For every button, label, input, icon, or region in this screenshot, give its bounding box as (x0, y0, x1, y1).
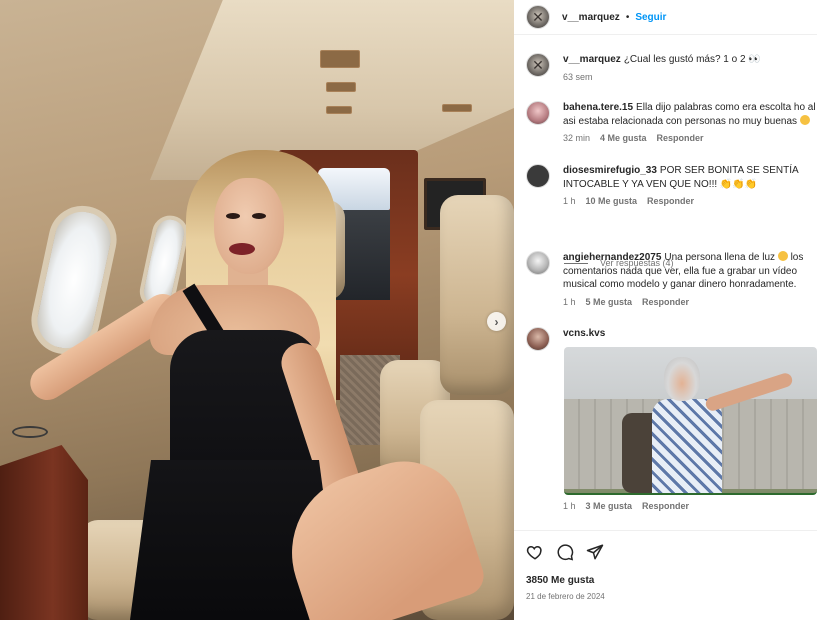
caption-body: ¿Cual les gustó más? 1 o 2 (623, 54, 746, 65)
clap-emoji: 👏👏👏 (719, 178, 758, 190)
ceiling-light (326, 82, 356, 92)
share-icon[interactable] (586, 543, 604, 561)
meta-spacer (526, 501, 550, 511)
comment-username[interactable]: vcns.kvs (563, 328, 605, 339)
author-avatar[interactable]: ✕ (526, 5, 550, 29)
ceiling-light (320, 50, 360, 68)
caption-meta: 63 sem (563, 72, 817, 82)
comment-item: angiehernandez2075 Una persona llena de l… (526, 251, 817, 307)
comment-likes[interactable]: 4 Me gusta (600, 133, 647, 143)
comment-meta: 1 h 10 Me gusta Responder (563, 196, 817, 206)
reply-button[interactable]: Responder (642, 501, 689, 511)
post-date: 21 de febrero de 2024 (526, 592, 605, 601)
gif-person-head (664, 357, 700, 401)
comment-text: bahena.tere.15 Ella dijo palabras como er… (563, 101, 817, 128)
reply-button[interactable]: Responder (647, 196, 694, 206)
chevron-right-icon[interactable]: › (487, 312, 506, 331)
comment-meta: 1 h 5 Me gusta Responder (563, 297, 817, 307)
comments-list[interactable]: ✕ v__marquez ¿Cual les gustó más? 1 o 2 👀… (514, 35, 817, 530)
comment-time[interactable]: 1 h (563, 196, 576, 206)
likes-count[interactable]: 3850 Me gusta (526, 575, 594, 586)
comment-time[interactable]: 1 h (563, 501, 576, 511)
ceiling-light (326, 106, 352, 114)
commenter-avatar[interactable] (526, 164, 550, 188)
action-bar: 3850 Me gusta 21 de febrero de 2024 (514, 530, 817, 620)
x-avatar-icon: ✕ (532, 56, 544, 73)
follow-button[interactable]: Seguir (635, 12, 666, 23)
sad-face-emoji-icon (777, 251, 788, 261)
model-lips (229, 243, 255, 255)
caption-author[interactable]: v__marquez (563, 54, 621, 65)
smile-emoji-icon (799, 114, 810, 125)
reply-button[interactable]: Responder (657, 133, 704, 143)
caption-text: v__marquez ¿Cual les gustó más? 1 o 2 👀 (563, 53, 817, 67)
post-sidebar: ✕ v__marquez • Seguir ✕ v__marquez ¿Cual … (514, 0, 817, 620)
comment-username[interactable]: bahena.tere.15 (563, 102, 633, 113)
comment-likes[interactable]: 5 Me gusta (586, 297, 633, 307)
comment-icon[interactable] (556, 543, 574, 561)
comment-time[interactable]: 1 h (563, 297, 576, 307)
comment-likes[interactable]: 10 Me gusta (586, 196, 638, 206)
comment-meta: 1 h 3 Me gusta Responder (563, 501, 817, 511)
caption-time[interactable]: 63 sem (563, 72, 593, 82)
eyes-emoji: 👀 (748, 54, 760, 65)
comment-time[interactable]: 32 min (563, 133, 590, 143)
comment-likes[interactable]: 3 Me gusta (586, 501, 633, 511)
comment-item: diosesmirefugio_33 POR SER BONITA SE SENT… (526, 164, 817, 206)
caption: ✕ v__marquez ¿Cual les gustó más? 1 o 2 👀… (526, 53, 817, 82)
comment-meta-row: 1 h 3 Me gusta Responder (526, 501, 817, 511)
comment-text: angiehernandez2075 Una persona llena de l… (563, 251, 817, 292)
reply-button[interactable]: Responder (642, 297, 689, 307)
model-eye (252, 213, 266, 219)
comment-item: bahena.tere.15 Ella dijo palabras como er… (526, 101, 817, 143)
post-header: ✕ v__marquez • Seguir (514, 0, 817, 35)
comment-meta: 32 min 4 Me gusta Responder (563, 133, 817, 143)
action-icons (526, 543, 604, 561)
commenter-avatar[interactable] (526, 101, 550, 125)
gif-person-body (652, 399, 722, 493)
author-avatar[interactable]: ✕ (526, 53, 550, 77)
model-face (214, 178, 284, 274)
commenter-avatar[interactable] (526, 327, 550, 351)
comment-body-start: Una persona llena de luz (664, 252, 776, 263)
heart-icon[interactable] (526, 543, 544, 561)
ceiling-light (442, 104, 472, 112)
comment-username[interactable]: angiehernandez2075 (563, 252, 661, 263)
commenter-avatar[interactable] (526, 251, 550, 275)
model-eye (226, 213, 240, 219)
comment-username[interactable]: diosesmirefugio_33 (563, 165, 657, 176)
seat (440, 195, 514, 395)
author-username[interactable]: v__marquez (562, 12, 620, 23)
wood-side-table (0, 445, 88, 620)
bracelet (12, 426, 48, 438)
post-photo[interactable]: › (0, 0, 514, 620)
separator-dot: • (625, 11, 630, 23)
comment-text: diosesmirefugio_33 POR SER BONITA SE SENT… (563, 164, 817, 191)
x-avatar-icon: ✕ (532, 8, 544, 25)
comment-text: vcns.kvs (563, 327, 817, 341)
comment-gif[interactable] (564, 347, 817, 495)
